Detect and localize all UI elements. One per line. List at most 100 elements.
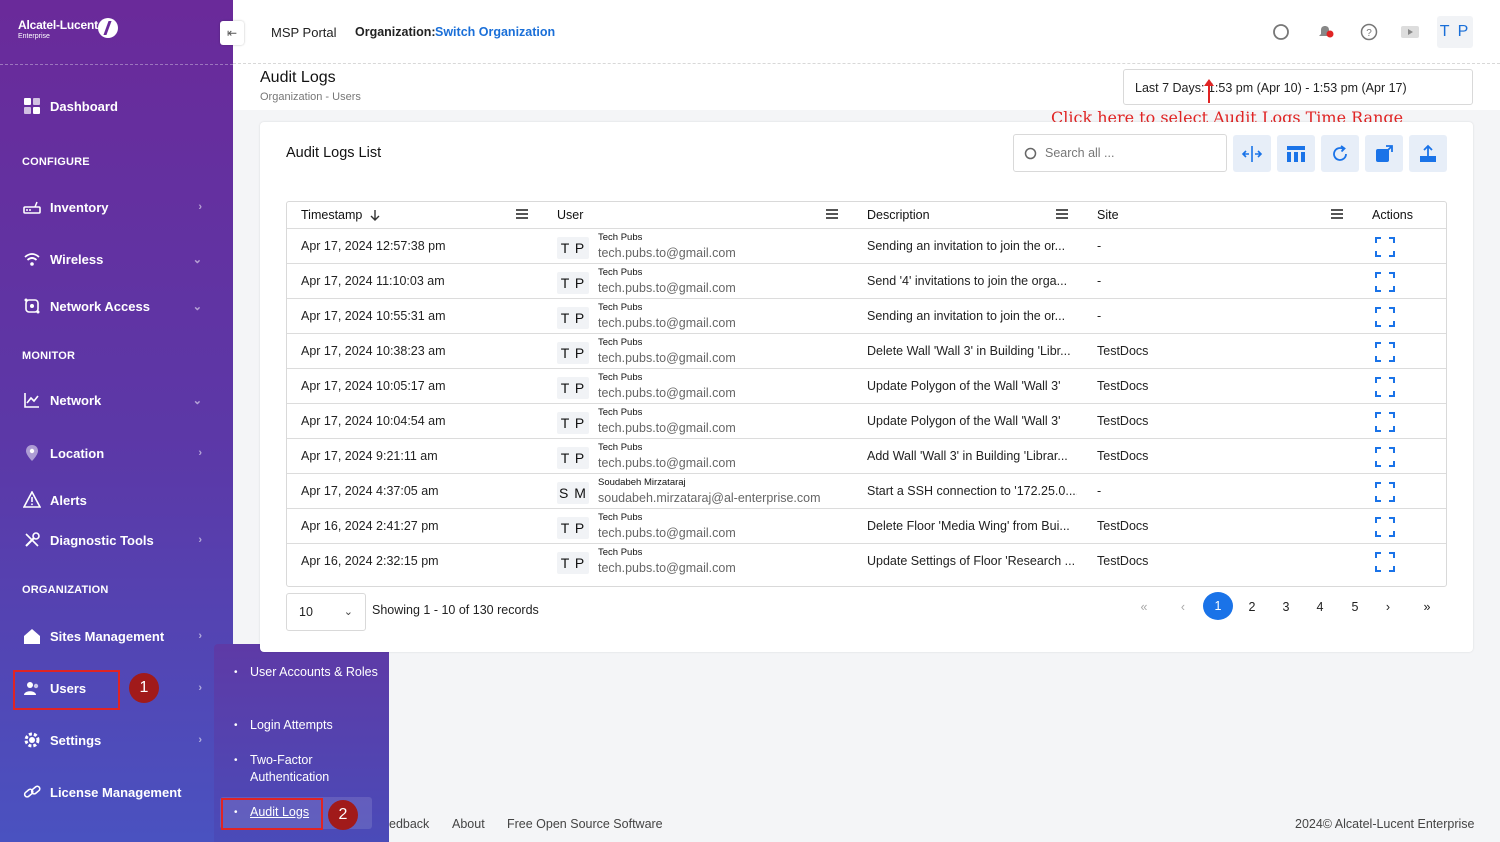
submenu-item-two-factor[interactable]: Two-Factor Authentication (234, 752, 379, 786)
chevron-right-icon: › (198, 534, 202, 546)
table-row[interactable]: Apr 17, 2024 10:55:31 am T P Tech Pubs tech… (287, 298, 1446, 333)
next-page-button[interactable]: › (1373, 593, 1403, 621)
switch-organization-link[interactable]: Switch Organization (435, 25, 555, 39)
chevron-right-icon: › (198, 682, 202, 694)
user-initials-avatar: T P (557, 447, 589, 469)
sidebar-item-dashboard[interactable]: Dashboard (22, 94, 212, 118)
description-cell: Update Polygon of the Wall 'Wall 3' (867, 379, 1061, 393)
chevron-right-icon: › (198, 201, 202, 213)
site-cell: TestDocs (1097, 519, 1149, 533)
table-row[interactable]: Apr 16, 2024 2:41:27 pm T P Tech Pubs tech.… (287, 508, 1446, 543)
expand-icon[interactable] (1374, 236, 1396, 258)
expand-icon[interactable] (1374, 341, 1396, 363)
site-cell: TestDocs (1097, 554, 1149, 568)
table-row[interactable]: Apr 17, 2024 10:38:23 am T P Tech Pubs tech… (287, 333, 1446, 368)
sidebar-item-wireless[interactable]: Wireless ⌄ (22, 247, 212, 271)
refresh-button[interactable] (1321, 135, 1359, 172)
expand-icon[interactable] (1374, 481, 1396, 503)
timestamp-cell: Apr 17, 2024 10:38:23 am (301, 344, 446, 358)
brand-logo[interactable]: Alcatel-Lucent Enterprise (18, 18, 128, 48)
sidebar-item-alerts[interactable]: Alerts (22, 488, 212, 512)
sidebar-item-license-management[interactable]: License Management (22, 780, 212, 804)
user-name: Tech Pubs (598, 232, 643, 243)
expand-icon[interactable] (1374, 446, 1396, 468)
column-menu-icon[interactable] (1056, 209, 1068, 219)
search-input[interactable]: Search all ... (1013, 134, 1227, 172)
table-row[interactable]: Apr 17, 2024 11:10:03 am T P Tech Pubs tech… (287, 263, 1446, 298)
sidebar-item-label: Network Access (50, 298, 150, 314)
open-external-button[interactable] (1365, 135, 1403, 172)
site-cell: - (1097, 274, 1102, 288)
sidebar-item-network[interactable]: Network ⌄ (22, 388, 212, 412)
description-cell: Update Settings of Floor 'Research ... (867, 554, 1076, 568)
expand-icon[interactable] (1374, 376, 1396, 398)
records-summary: Showing 1 - 10 of 130 records (372, 603, 539, 617)
sidebar-item-sites-management[interactable]: Sites Management › (22, 624, 212, 648)
page-button-1[interactable]: 1 (1203, 592, 1233, 620)
page-button-5[interactable]: 5 (1340, 593, 1370, 621)
avatar[interactable]: T P (1437, 16, 1473, 48)
sidebar-item-diagnostic-tools[interactable]: Diagnostic Tools › (22, 528, 212, 552)
help-icon[interactable]: ? (1359, 22, 1379, 42)
sidebar: Alcatel-Lucent Enterprise Dashboard CONF… (0, 0, 233, 842)
table-row[interactable]: Apr 16, 2024 2:32:15 pm T P Tech Pubs tech.… (287, 543, 1446, 578)
submenu-item-user-accounts[interactable]: User Accounts & Roles (234, 664, 379, 681)
footer-feedback-link[interactable]: edback (389, 817, 429, 831)
breadcrumb: Organization - Users (260, 91, 361, 103)
footer-about-link[interactable]: About (452, 817, 485, 831)
columns-icon (1287, 145, 1305, 162)
column-resize-button[interactable] (1233, 135, 1271, 172)
chart-line-icon (22, 390, 42, 410)
expand-icon[interactable] (1374, 271, 1396, 293)
table-row[interactable]: Apr 17, 2024 10:05:17 am T P Tech Pubs tech… (287, 368, 1446, 403)
submenu-item-login-attempts[interactable]: Login Attempts (234, 717, 379, 734)
col-header-timestamp[interactable]: Timestamp (301, 202, 541, 228)
page-size-select[interactable]: 10 ⌄ (286, 593, 366, 631)
table-row[interactable]: Apr 17, 2024 9:21:11 am T P Tech Pubs tech.… (287, 438, 1446, 473)
user-initials-avatar: T P (557, 377, 589, 399)
sidebar-item-network-access[interactable]: Network Access ⌄ (22, 294, 212, 318)
column-menu-icon[interactable] (516, 209, 528, 219)
sidebar-item-inventory[interactable]: Inventory › (22, 195, 212, 219)
search-icon[interactable] (1271, 22, 1291, 42)
page-button-3[interactable]: 3 (1271, 593, 1301, 621)
column-menu-icon[interactable] (826, 209, 838, 219)
col-header-user[interactable]: User (557, 202, 583, 228)
col-header-site[interactable]: Site (1097, 202, 1119, 228)
time-range-selector[interactable]: Last 7 Days: 1:53 pm (Apr 10) - 1:53 pm … (1123, 69, 1473, 105)
user-name: Tech Pubs (598, 267, 643, 278)
sidebar-item-settings[interactable]: Settings › (22, 728, 212, 752)
last-page-button[interactable]: » (1412, 593, 1442, 621)
col-header-description[interactable]: Description (867, 202, 930, 228)
site-cell: - (1097, 309, 1102, 323)
home-icon (22, 626, 42, 646)
table-row[interactable]: Apr 17, 2024 10:04:54 am T P Tech Pubs tech… (287, 403, 1446, 438)
sidebar-item-label: Location (50, 445, 105, 461)
sidebar-item-location[interactable]: Location › (22, 441, 212, 465)
expand-icon[interactable] (1374, 516, 1396, 538)
sidebar-item-label: Alerts (50, 492, 87, 508)
expand-icon[interactable] (1374, 411, 1396, 433)
expand-icon[interactable] (1374, 551, 1396, 573)
footer-foss-link[interactable]: Free Open Source Software (507, 817, 663, 831)
user-name: Tech Pubs (598, 302, 643, 313)
audit-logs-highlight (221, 798, 323, 830)
bell-icon[interactable] (1315, 22, 1335, 42)
table-row[interactable]: Apr 17, 2024 4:37:05 am S M Soudabeh Mirza… (287, 473, 1446, 508)
table-row[interactable]: Apr 17, 2024 12:57:38 pm T P Tech Pubs tech… (287, 228, 1446, 263)
timestamp-cell: Apr 17, 2024 4:37:05 am (301, 484, 439, 498)
page-button-2[interactable]: 2 (1237, 593, 1267, 621)
collapse-sidebar-button[interactable]: ⇤ (220, 21, 244, 45)
video-icon[interactable] (1400, 22, 1420, 42)
audit-logs-card: Audit Logs List Search all ... Timestamp… (260, 122, 1473, 652)
page-button-4[interactable]: 4 (1305, 593, 1335, 621)
columns-button[interactable] (1277, 135, 1315, 172)
network-access-icon (22, 296, 42, 316)
page-size-value: 10 (299, 605, 313, 619)
export-button[interactable] (1409, 135, 1447, 172)
expand-icon[interactable] (1374, 306, 1396, 328)
first-page-button[interactable]: « (1129, 593, 1159, 621)
column-menu-icon[interactable] (1331, 209, 1343, 219)
svg-text:?: ? (1366, 28, 1372, 39)
prev-page-button[interactable]: ‹ (1168, 593, 1198, 621)
